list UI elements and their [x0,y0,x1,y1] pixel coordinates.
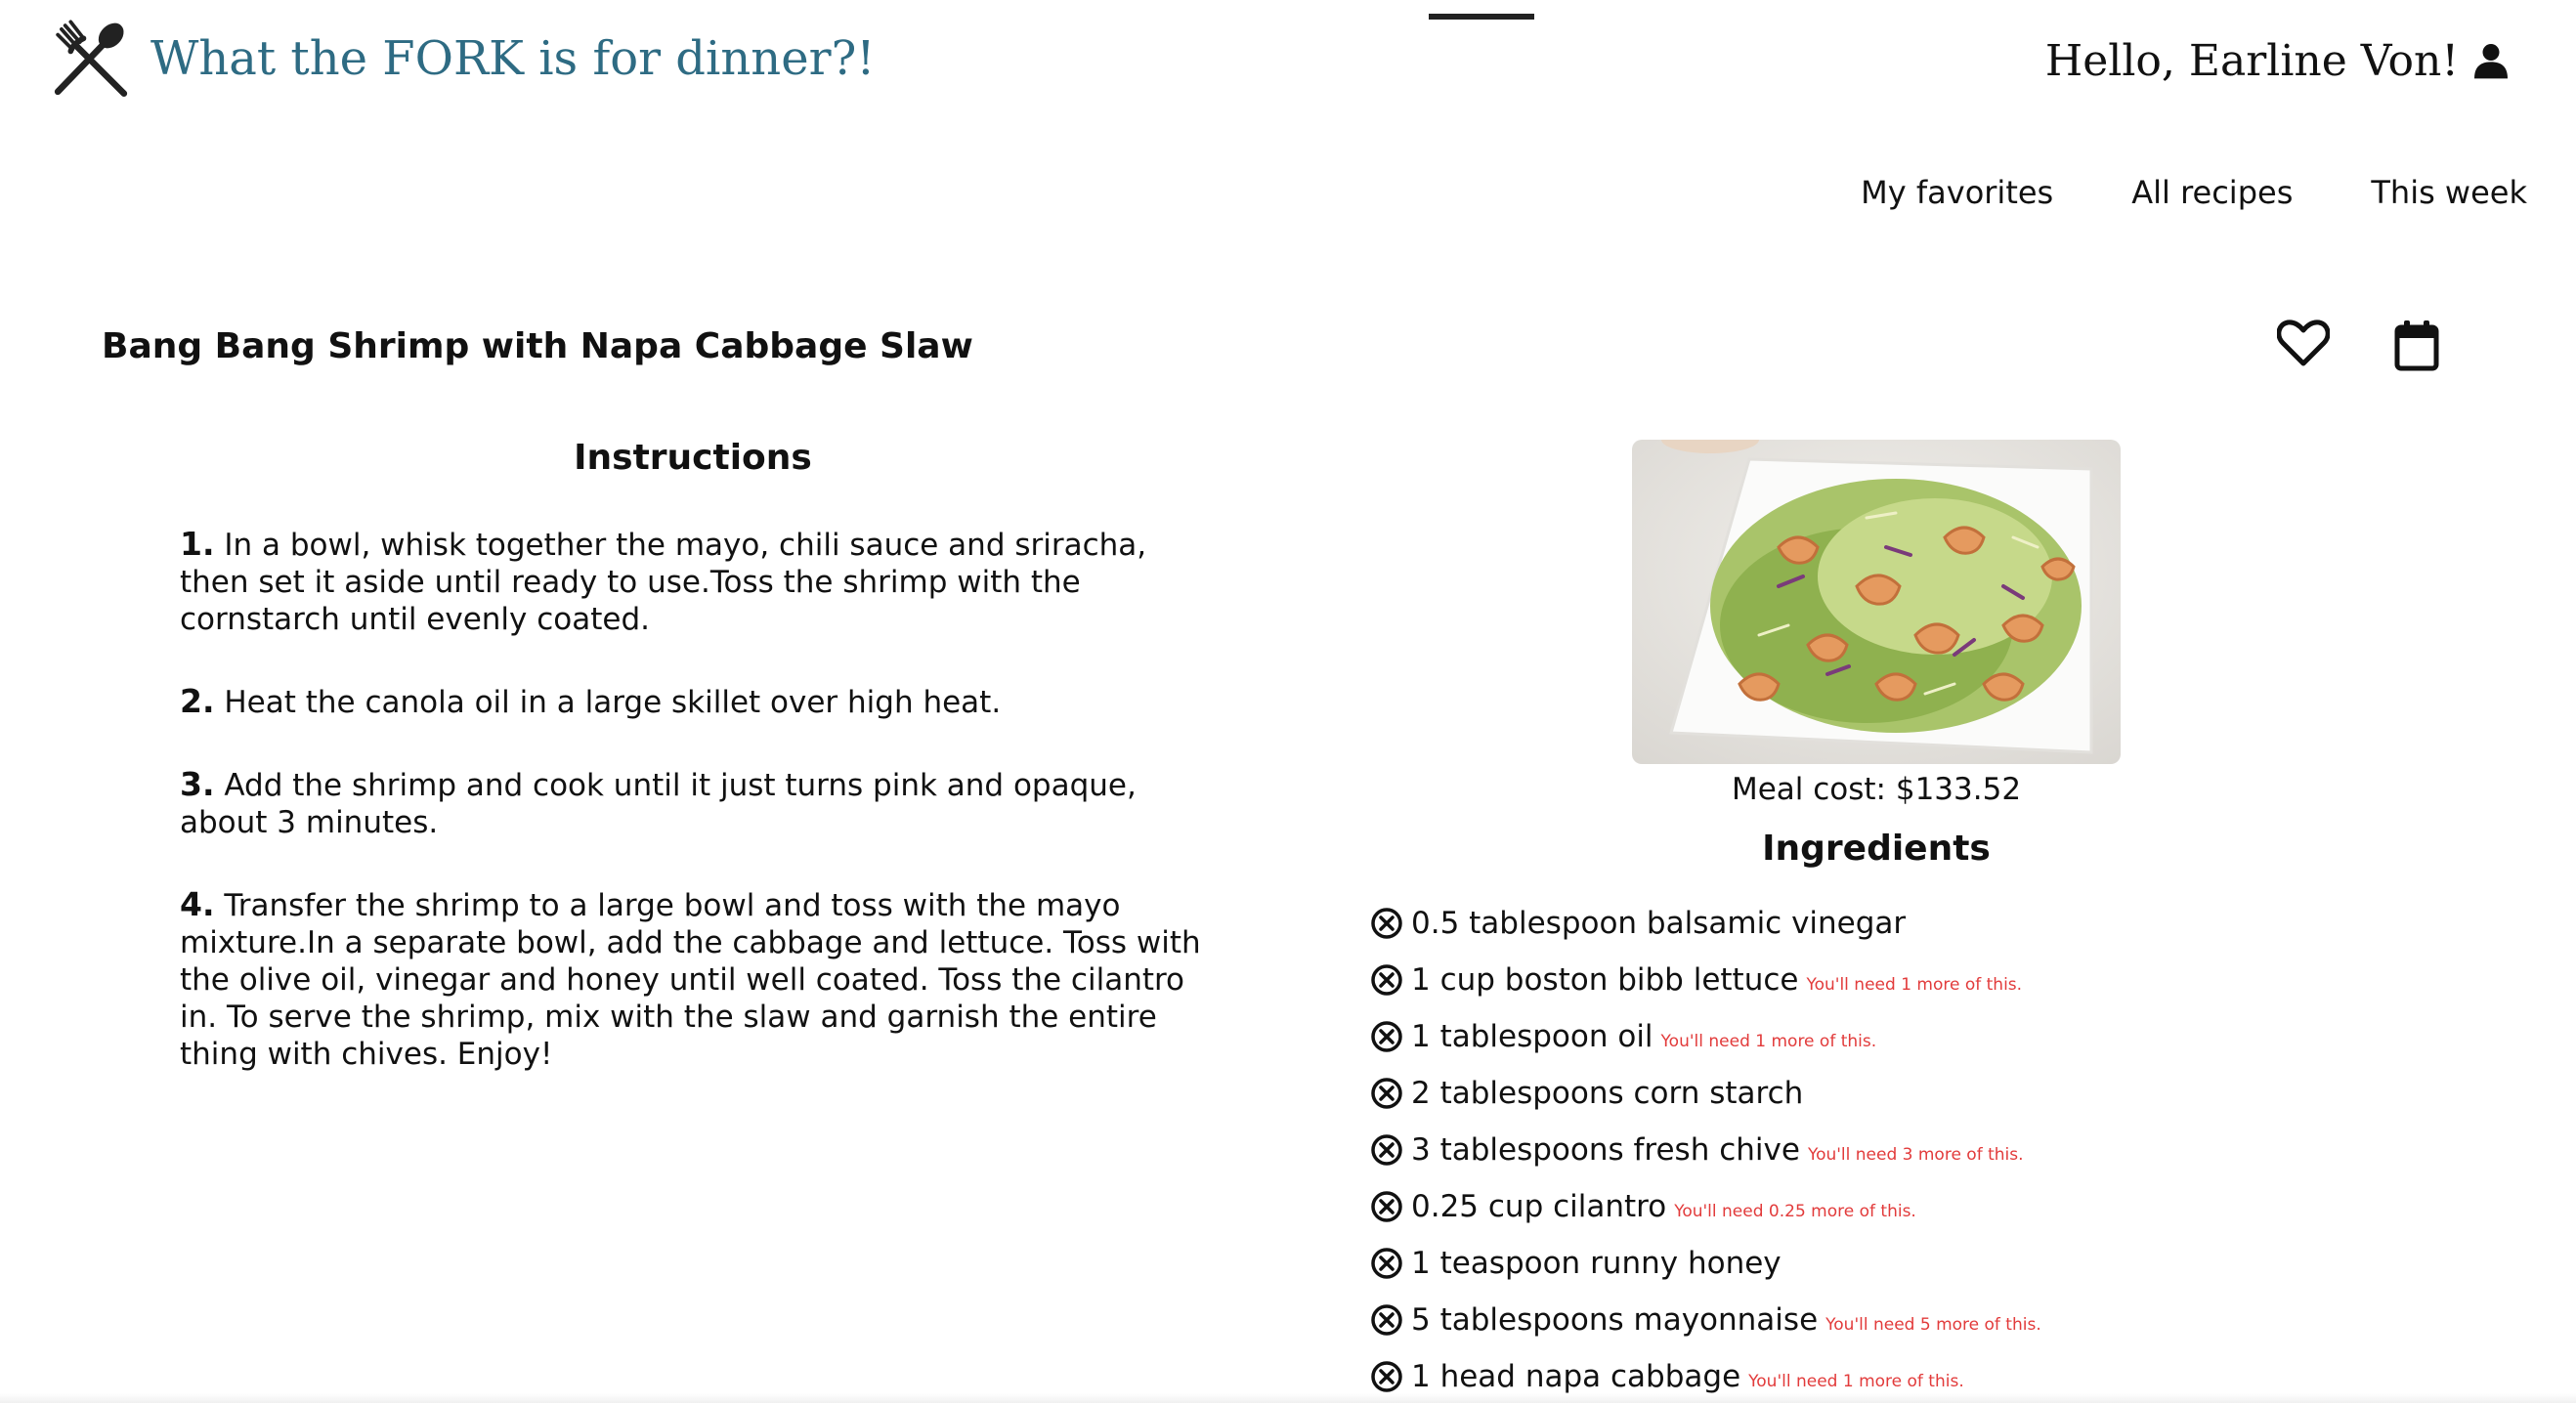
calendar-icon[interactable] [2394,320,2439,371]
active-indicator-bar [1429,14,1534,20]
ingredient-text: 5 tablespoons mayonnaise [1411,1302,1819,1338]
step-number: 4. [180,885,215,923]
ingredient-item: 5 tablespoons mayonnaise You'll need 5 m… [1370,1292,2041,1348]
ingredient-text: 2 tablespoons corn starch [1411,1076,1804,1111]
shortage-note: You'll need 1 more of this. [1806,975,2023,995]
remove-circle-x-icon[interactable] [1370,963,1403,997]
ingredient-text: 1 teaspoon runny honey [1411,1246,1782,1281]
shortage-note: You'll need 1 more of this. [1748,1372,1964,1391]
step-number: 2. [180,682,215,720]
ingredients-heading: Ingredients [1762,829,1991,869]
ingredient-item: 1 tablespoon oil You'll need 1 more of t… [1370,1008,2041,1065]
shortage-note: You'll need 0.25 more of this. [1674,1202,1916,1221]
user-greeting[interactable]: Hello, Earline Von! [2045,25,2508,96]
recipe-photo [1632,440,2121,764]
remove-circle-x-icon[interactable] [1370,1303,1403,1337]
step-number: 3. [180,765,215,803]
ingredient-item: 3 tablespoons fresh chive You'll need 3 … [1370,1122,2041,1178]
remove-circle-x-icon[interactable] [1370,1360,1403,1393]
remove-circle-x-icon[interactable] [1370,1020,1403,1053]
page-bottom-edge [0,1393,2576,1403]
ingredient-item: 0.25 cup cilantro You'll need 0.25 more … [1370,1178,2041,1235]
nav-this-week[interactable]: This week [2371,174,2527,211]
ingredient-item: 2 tablespoons corn starch [1370,1065,2041,1122]
ingredient-text: 1 head napa cabbage [1411,1359,1741,1394]
step-text: Add the shrimp and cook until it just tu… [180,768,1137,840]
step-number: 1. [180,525,215,563]
ingredient-item: 0.5 tablespoon balsamic vinegar [1370,895,2041,952]
remove-circle-x-icon[interactable] [1370,907,1403,940]
step-text: In a bowl, whisk together the mayo, chil… [180,528,1147,637]
ingredient-list: 0.5 tablespoon balsamic vinegar 1 cup bo… [1370,895,2041,1405]
recipe-title: Bang Bang Shrimp with Napa Cabbage Slaw [102,326,973,366]
ingredient-text: 3 tablespoons fresh chive [1411,1132,1800,1168]
ingredient-text: 0.25 cup cilantro [1411,1189,1667,1224]
instruction-step: 4. Transfer the shrimp to a large bowl a… [180,886,1206,1073]
greeting-text: Hello, Earline Von! [2044,35,2459,86]
ingredient-text: 0.5 tablespoon balsamic vinegar [1411,906,1907,941]
step-text: Heat the canola oil in a large skillet o… [224,685,1002,720]
shortage-note: You'll need 3 more of this. [1807,1145,2024,1165]
instruction-step: 2. Heat the canola oil in a large skille… [180,683,1206,721]
step-text: Transfer the shrimp to a large bowl and … [180,888,1201,1072]
instruction-step: 3. Add the shrimp and cook until it just… [180,766,1206,841]
remove-circle-x-icon[interactable] [1370,1247,1403,1280]
main-nav: My favorites All recipes This week [1861,174,2527,211]
ingredient-text: 1 cup boston bibb lettuce [1411,962,1799,998]
instruction-steps: 1. In a bowl, whisk together the mayo, c… [180,526,1206,1118]
heart-outline-icon[interactable] [2277,319,2330,367]
meal-cost: Meal cost: $133.52 [1731,772,2022,807]
remove-circle-x-icon[interactable] [1370,1077,1403,1110]
fork-spoon-crossed-icon [54,20,128,98]
ingredient-item: 1 teaspoon runny honey [1370,1235,2041,1292]
brand[interactable]: What the FORK is for dinner?! [45,12,876,106]
ingredient-item: 1 cup boston bibb lettuce You'll need 1 … [1370,952,2041,1008]
user-icon[interactable] [2474,42,2508,79]
instructions-heading: Instructions [574,438,812,478]
ingredient-text: 1 tablespoon oil [1411,1019,1653,1054]
nav-all-recipes[interactable]: All recipes [2131,174,2293,211]
remove-circle-x-icon[interactable] [1370,1133,1403,1167]
shortage-note: You'll need 5 more of this. [1825,1315,2041,1335]
instruction-step: 1. In a bowl, whisk together the mayo, c… [180,526,1206,638]
brand-title[interactable]: What the FORK is for dinner?! [150,31,876,86]
nav-my-favorites[interactable]: My favorites [1861,174,2053,211]
remove-circle-x-icon[interactable] [1370,1190,1403,1223]
shortage-note: You'll need 1 more of this. [1660,1032,1877,1051]
